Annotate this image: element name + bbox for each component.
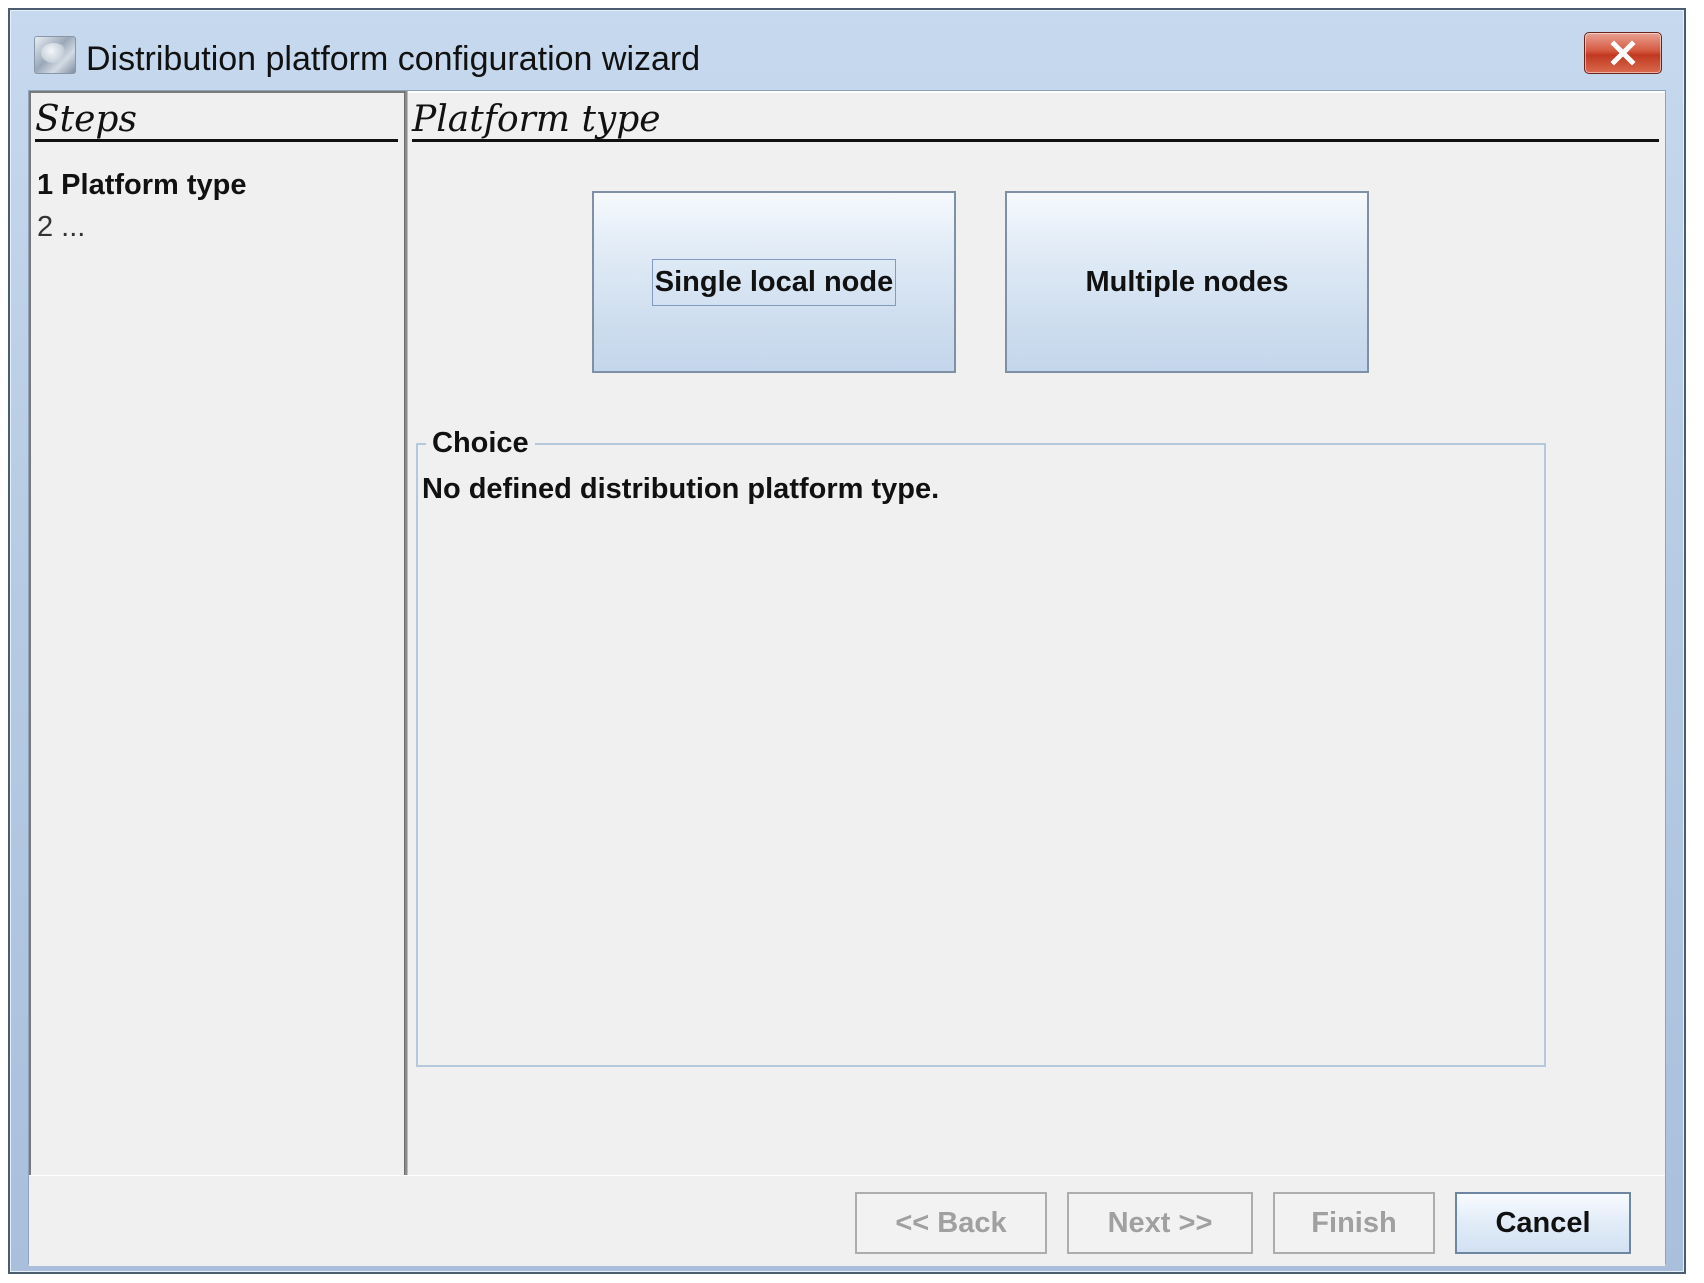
single-local-node-label: Single local node: [651, 258, 897, 306]
wizard-client-area: Steps 1 Platform type 2 ... Platform typ…: [28, 90, 1666, 1266]
step-item-next: 2 ...: [37, 211, 86, 243]
close-icon: [1610, 40, 1636, 66]
multiple-nodes-button[interactable]: Multiple nodes: [1005, 191, 1369, 373]
title-bar[interactable]: Distribution platform configuration wiza…: [10, 10, 1684, 90]
single-local-node-button[interactable]: Single local node: [592, 191, 956, 373]
steps-header: Steps: [35, 99, 137, 140]
cancel-button[interactable]: Cancel: [1455, 1192, 1631, 1254]
content-header: Platform type: [412, 99, 661, 140]
wizard-window: Distribution platform configuration wiza…: [8, 8, 1686, 1274]
close-button[interactable]: [1584, 32, 1662, 74]
app-icon: [34, 36, 76, 74]
choice-legend: Choice: [426, 427, 535, 460]
steps-panel: Steps 1 Platform type 2 ...: [29, 91, 404, 1175]
finish-button[interactable]: Finish: [1273, 1192, 1435, 1254]
back-button[interactable]: << Back: [855, 1192, 1047, 1254]
content-header-rule: [412, 139, 1659, 142]
next-button[interactable]: Next >>: [1067, 1192, 1253, 1254]
choice-group: Choice No defined distribution platform …: [416, 427, 1546, 1067]
multiple-nodes-label: Multiple nodes: [1085, 265, 1289, 298]
steps-header-rule: [35, 139, 398, 142]
wizard-button-bar: << Back Next >> Finish Cancel: [29, 1175, 1665, 1266]
choice-description: No defined distribution platform type.: [422, 473, 940, 505]
window-title: Distribution platform configuration wiza…: [86, 40, 701, 78]
content-panel: Platform type Single local node Multiple…: [408, 91, 1665, 1175]
step-item-platform-type: 1 Platform type: [37, 169, 247, 201]
